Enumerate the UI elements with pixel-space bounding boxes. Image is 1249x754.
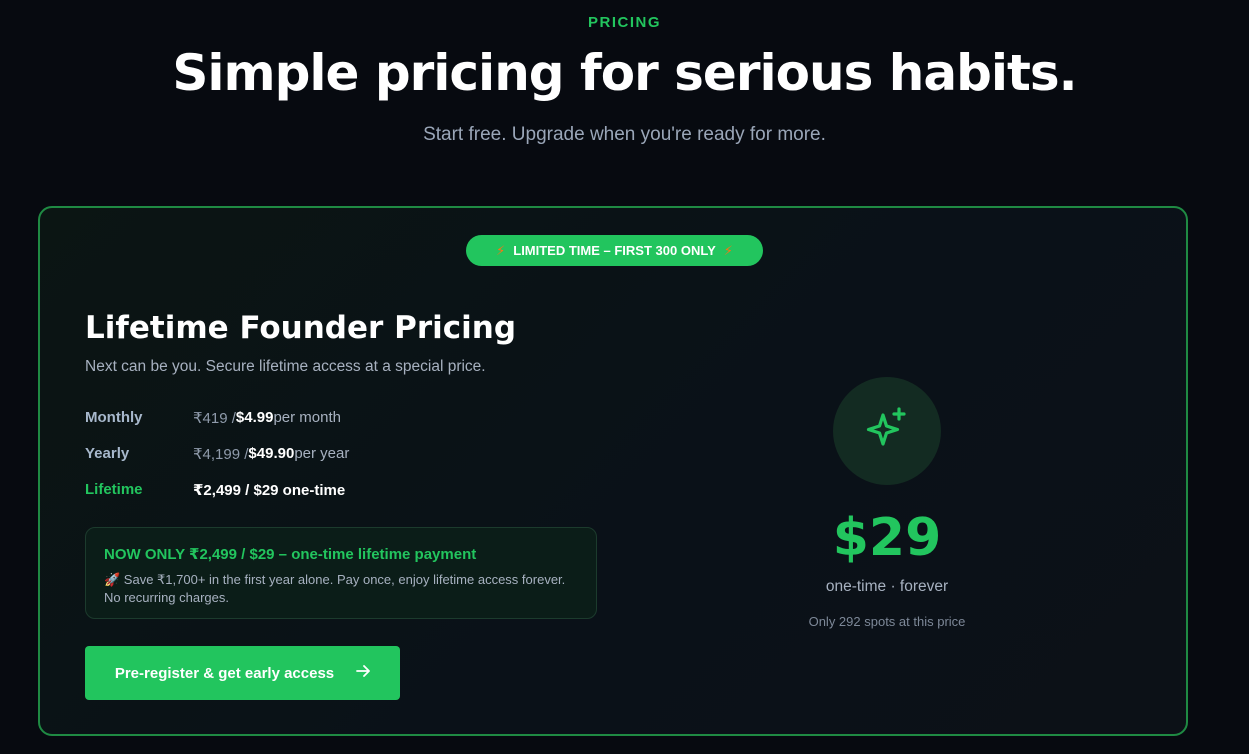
plan-old-price: ₹4,199 / — [193, 446, 249, 463]
plan-unit: per year — [294, 445, 350, 462]
plan-price: ₹2,499 / $29 one-time — [193, 482, 346, 499]
plan-old-price: ₹419 / — [193, 410, 236, 427]
plan-price: $4.99 — [235, 409, 274, 426]
limited-time-badge: ⚡ LIMITED TIME – FIRST 300 ONLY ⚡ — [466, 235, 763, 266]
plan-row-lifetime: Lifetime ₹2,499 / $29 one-time — [85, 481, 345, 499]
pre-register-button[interactable]: Pre-register & get early access — [85, 646, 400, 700]
lightning-icon: ⚡ — [496, 242, 506, 258]
plan-price: $49.90 — [248, 445, 295, 462]
offer-callout: NOW ONLY ₹2,499 / $29 – one-time lifetim… — [85, 527, 597, 619]
summary-note: one-time · forever — [825, 578, 949, 595]
page-subheadline: Start free. Upgrade when you're ready fo… — [423, 124, 826, 145]
lightning-icon: ⚡ — [723, 242, 733, 258]
plan-row-yearly: Yearly ₹4,199 / $49.90 per year — [85, 445, 349, 463]
offer-title: NOW ONLY ₹2,499 / $29 – one-time lifetim… — [104, 546, 477, 563]
card-subtitle: Next can be you. Secure lifetime access … — [85, 358, 486, 375]
spots-remaining: Only 292 spots at this price — [808, 614, 966, 629]
pricing-page: PRICING Simple pricing for serious habit… — [0, 0, 1249, 754]
plan-unit: per month — [273, 409, 341, 426]
page-headline: Simple pricing for serious habits. — [172, 44, 1077, 102]
section-eyebrow: PRICING — [587, 14, 661, 31]
sparkle-icon — [833, 377, 941, 485]
card-title: Lifetime Founder Pricing — [85, 310, 517, 346]
plan-row-monthly: Monthly ₹419 / $4.99 per month — [85, 409, 341, 427]
arrow-right-icon — [356, 663, 371, 683]
summary-price: $29 — [832, 508, 942, 568]
plan-name: Yearly — [85, 445, 130, 462]
plan-name: Lifetime — [85, 481, 143, 498]
offer-description: 🚀 Save ₹1,700+ in the first year alone. … — [104, 572, 566, 605]
cta-label: Pre-register & get early access — [114, 664, 335, 682]
badge-label: LIMITED TIME – FIRST 300 ONLY — [513, 243, 716, 258]
founder-pricing-card: ⚡ LIMITED TIME – FIRST 300 ONLY ⚡ Lifeti… — [38, 206, 1188, 736]
plan-name: Monthly — [85, 409, 143, 426]
